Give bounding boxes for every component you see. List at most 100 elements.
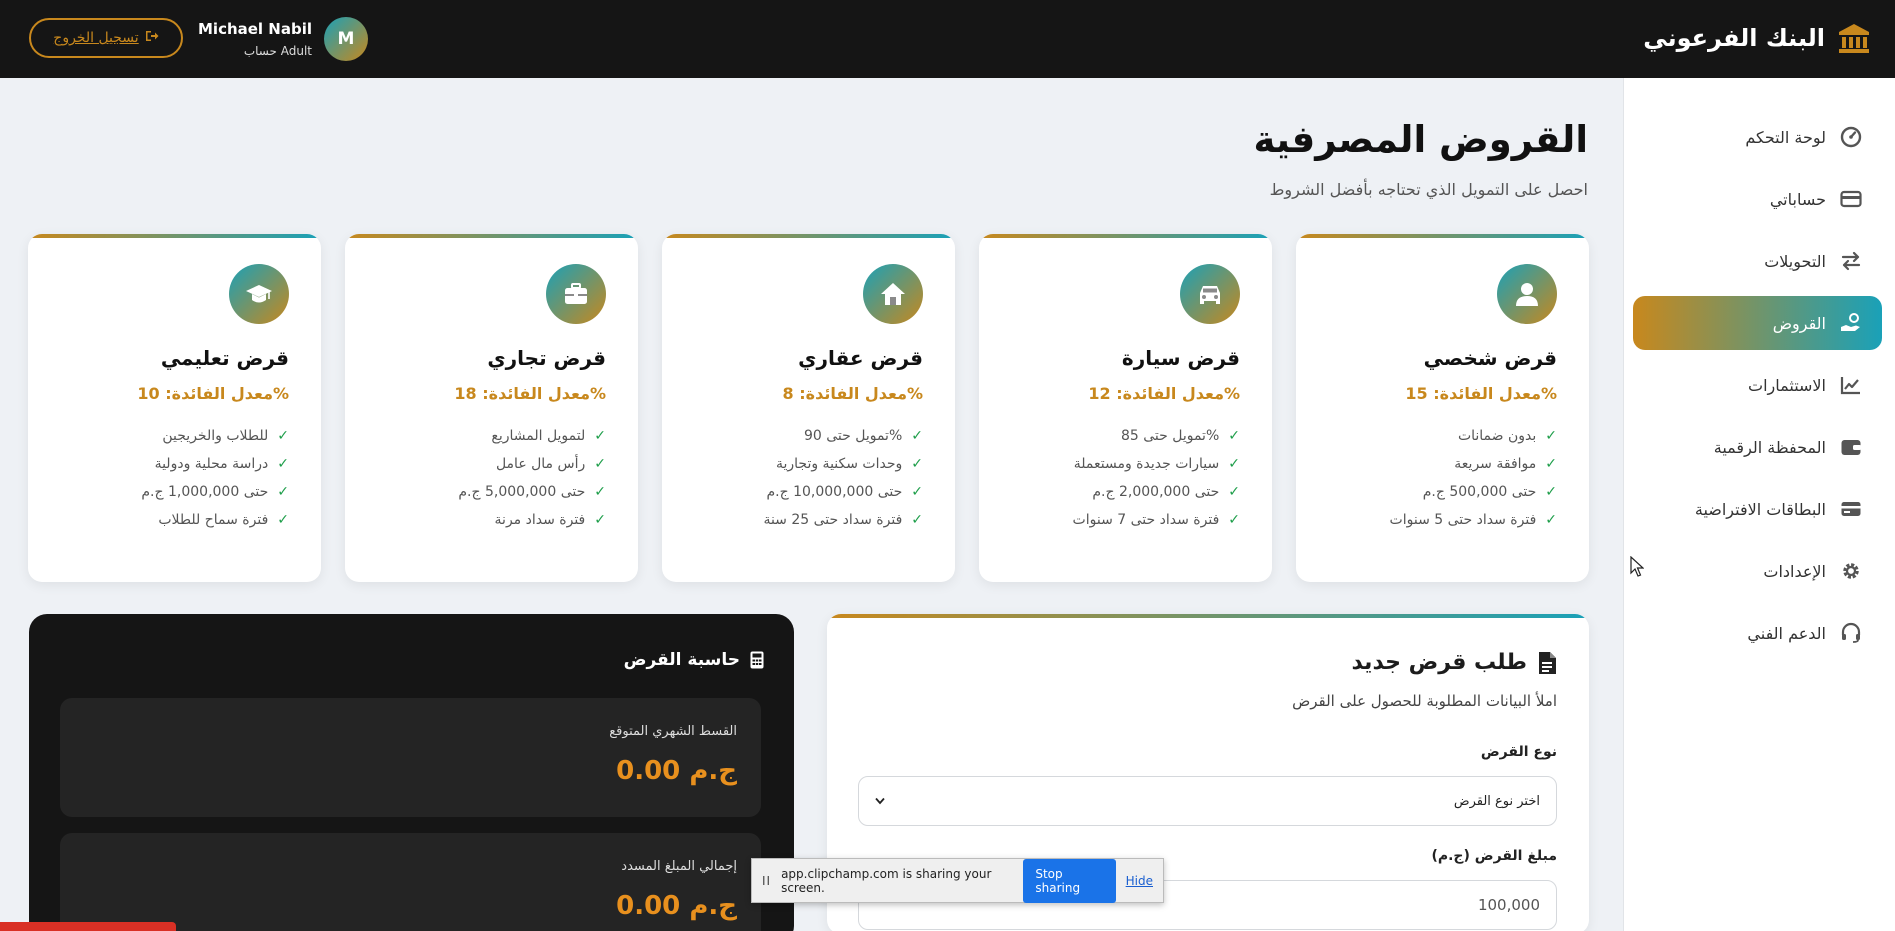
check-icon: ✓ bbox=[594, 456, 606, 472]
sidebar-item-headset[interactable]: الدعم الفني bbox=[1633, 606, 1882, 660]
user-name: Michael Nabil bbox=[198, 20, 312, 38]
check-icon: ✓ bbox=[911, 456, 923, 472]
headset-icon bbox=[1840, 622, 1862, 644]
mouse-cursor-icon bbox=[1630, 556, 1644, 577]
check-icon: ✓ bbox=[277, 456, 289, 472]
card-accent-line bbox=[28, 234, 321, 238]
logout-label: تسجيل الخروج bbox=[53, 30, 139, 46]
gear-icon bbox=[1840, 560, 1862, 582]
loan-features: ✓ تمويل حتى 90% ✓ وحدات سكنية وتجارية ✓ حتى 1… bbox=[763, 422, 923, 534]
loan-card[interactable]: قرض سيارة معدل الفائدة: 12% ✓ تمويل حتى 85%… bbox=[979, 234, 1272, 582]
briefcase-icon bbox=[546, 264, 606, 324]
feature-item: ✓ فترة سداد حتى 25 سنة bbox=[763, 506, 923, 534]
sidebar-item-label: الإعدادات bbox=[1763, 561, 1826, 581]
monthly-payment-label: القسط الشهري المتوقع bbox=[609, 724, 737, 739]
user-profile[interactable]: Michael Nabil حساب Adult M bbox=[198, 16, 368, 62]
recording-indicator bbox=[0, 922, 176, 931]
sidebar-item-hand-holding-money[interactable]: القروض bbox=[1633, 296, 1882, 350]
feature-text: حتى 500,000 ج.م bbox=[1422, 484, 1537, 500]
feature-text: فترة سماح للطلاب bbox=[158, 512, 269, 528]
loan-amount-value: 100,000 bbox=[1477, 896, 1540, 914]
card-accent-line bbox=[662, 234, 955, 238]
brand[interactable]: البنك الفرعوني bbox=[1643, 18, 1871, 58]
sidebar-item-transfer[interactable]: التحويلات bbox=[1633, 234, 1882, 288]
loan-name: قرض تعليمي bbox=[160, 346, 289, 370]
feature-item: ✓ رأس مال عامل bbox=[458, 450, 606, 478]
card-accent-line bbox=[979, 234, 1272, 238]
check-icon: ✓ bbox=[594, 484, 606, 500]
feature-text: وحدات سكنية وتجارية bbox=[775, 456, 903, 472]
card-icon bbox=[1840, 498, 1862, 520]
sidebar-item-label: لوحة التحكم bbox=[1745, 127, 1826, 147]
feature-text: تمويل حتى 85% bbox=[1120, 428, 1220, 444]
avatar[interactable]: M bbox=[324, 17, 368, 61]
check-icon: ✓ bbox=[277, 484, 289, 500]
form-title-text: طلب قرض جديد bbox=[1351, 650, 1527, 675]
check-icon: ✓ bbox=[1228, 456, 1240, 472]
feature-item: ✓ بدون ضمانات bbox=[1390, 422, 1557, 450]
document-icon bbox=[1537, 651, 1557, 675]
page-title: القروض المصرفية bbox=[1253, 118, 1589, 161]
monthly-payment-value: 0.00 ج.م bbox=[616, 756, 737, 786]
sidebar-item-chart-line[interactable]: الاستثمارات bbox=[1633, 358, 1882, 412]
feature-item: ✓ حتى 1,000,000 ج.م bbox=[141, 478, 289, 506]
sidebar-item-gear[interactable]: الإعدادات bbox=[1633, 544, 1882, 598]
feature-item: ✓ حتى 500,000 ج.م bbox=[1390, 478, 1557, 506]
feature-item: ✓ تمويل حتى 85% bbox=[1073, 422, 1240, 450]
feature-text: موافقة سريعة bbox=[1454, 456, 1537, 472]
sidebar-item-label: الدعم الفني bbox=[1747, 623, 1826, 643]
loan-interest-rate: معدل الفائدة: 15% bbox=[1405, 384, 1557, 403]
feature-text: حتى 2,000,000 ج.م bbox=[1092, 484, 1220, 500]
user-text: Michael Nabil حساب Adult bbox=[198, 20, 312, 58]
loan-interest-rate: معدل الفائدة: 10% bbox=[137, 384, 289, 403]
loan-card[interactable]: قرض شخصي معدل الفائدة: 15% ✓ بدون ضمانات ✓ مو… bbox=[1296, 234, 1589, 582]
hide-link[interactable]: Hide bbox=[1126, 874, 1153, 888]
check-icon: ✓ bbox=[1545, 512, 1557, 528]
home-icon bbox=[863, 264, 923, 324]
sidebar-item-label: حساباتي bbox=[1769, 189, 1826, 209]
sidebar-item-gauge[interactable]: لوحة التحكم bbox=[1633, 110, 1882, 164]
sidebar-item-credit-card[interactable]: حساباتي bbox=[1633, 172, 1882, 226]
page-subtitle: احصل على التمويل الذي تحتاجه بأفضل الشرو… bbox=[1269, 180, 1588, 199]
feature-text: حتى 1,000,000 ج.م bbox=[141, 484, 269, 500]
stop-sharing-button[interactable]: Stop sharing bbox=[1023, 858, 1116, 903]
feature-item: ✓ لتمويل المشاريع bbox=[458, 422, 606, 450]
loan-type-select[interactable]: اختر نوع القرض bbox=[858, 776, 1557, 826]
card-accent-line bbox=[345, 234, 638, 238]
check-icon: ✓ bbox=[1545, 484, 1557, 500]
monthly-payment-box: القسط الشهري المتوقع 0.00 ج.م bbox=[60, 698, 761, 817]
loan-interest-rate: معدل الفائدة: 18% bbox=[454, 384, 606, 403]
feature-item: ✓ حتى 5,000,000 ج.م bbox=[458, 478, 606, 506]
feature-item: ✓ حتى 10,000,000 ج.م bbox=[763, 478, 923, 506]
loan-card[interactable]: قرض تجاري معدل الفائدة: 18% ✓ لتمويل المشار… bbox=[345, 234, 638, 582]
check-icon: ✓ bbox=[1545, 428, 1557, 444]
loan-card[interactable]: قرض تعليمي معدل الفائدة: 10% ✓ للطلاب والخر… bbox=[28, 234, 321, 582]
sidebar-item-wallet[interactable]: المحفظة الرقمية bbox=[1633, 420, 1882, 474]
loan-interest-rate: معدل الفائدة: 8% bbox=[782, 384, 923, 403]
loan-calculator: حاسبة القرض القسط الشهري المتوقع 0.00 ج.… bbox=[29, 614, 794, 931]
card-accent-line bbox=[1296, 234, 1589, 238]
chart-line-icon bbox=[1840, 374, 1862, 396]
loan-name: قرض شخصي bbox=[1423, 346, 1557, 370]
graduation-cap-icon bbox=[229, 264, 289, 324]
form-title: طلب قرض جديد bbox=[1351, 650, 1557, 675]
loan-name: قرض سيارة bbox=[1121, 346, 1240, 370]
check-icon: ✓ bbox=[911, 484, 923, 500]
check-icon: ✓ bbox=[277, 428, 289, 444]
sidebar-item-label: الاستثمارات bbox=[1748, 375, 1826, 395]
loan-features: ✓ بدون ضمانات ✓ موافقة سريعة ✓ حتى 500,000 ج.… bbox=[1390, 422, 1557, 534]
total-amount-value: 0.00 ج.م bbox=[616, 891, 737, 921]
loan-interest-rate: معدل الفائدة: 12% bbox=[1088, 384, 1240, 403]
logout-button[interactable]: تسجيل الخروج bbox=[29, 18, 183, 58]
calculator-title-text: حاسبة القرض bbox=[623, 650, 740, 670]
car-icon bbox=[1180, 264, 1240, 324]
calculator-icon bbox=[750, 651, 764, 669]
feature-text: تمويل حتى 90% bbox=[803, 428, 903, 444]
loan-card[interactable]: قرض عقاري معدل الفائدة: 8% ✓ تمويل حتى 90% ✓… bbox=[662, 234, 955, 582]
form-subtitle: املأ البيانات المطلوبة للحصول على القرض bbox=[1292, 692, 1557, 710]
brand-title: البنك الفرعوني bbox=[1643, 24, 1825, 52]
main-content: القروض المصرفية احصل على التمويل الذي تح… bbox=[0, 78, 1622, 931]
loan-name: قرض تجاري bbox=[487, 346, 606, 370]
sidebar-item-card[interactable]: البطاقات الافتراضية bbox=[1633, 482, 1882, 536]
loan-type-label: نوع القرض bbox=[1480, 744, 1557, 760]
